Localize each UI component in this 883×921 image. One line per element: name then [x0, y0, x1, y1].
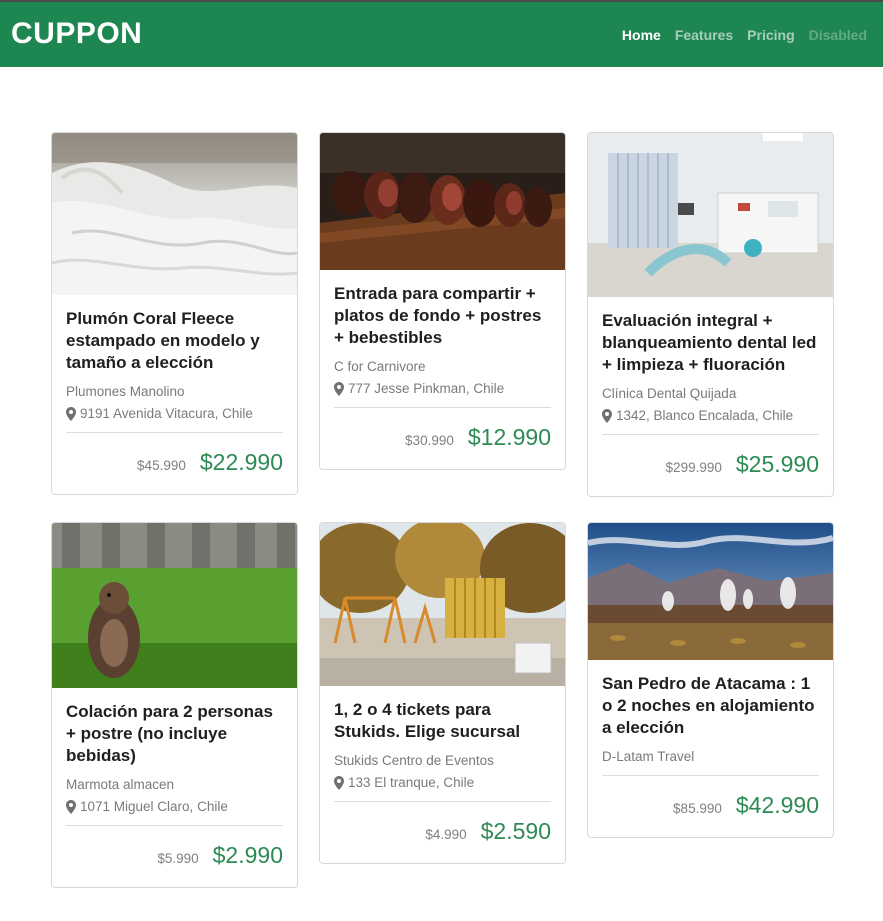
- deal-image-marmot[interactable]: [52, 523, 297, 688]
- old-price: $5.990: [157, 851, 199, 866]
- nav-link-home[interactable]: Home: [622, 26, 661, 44]
- brand-logo[interactable]: CUPPON: [11, 17, 142, 51]
- map-pin-icon: [66, 800, 76, 814]
- deal-card[interactable]: Plumón Coral Fleece estampado en modelo …: [51, 132, 298, 495]
- deal-address: 1342, Blanco Encalada, Chile: [602, 407, 819, 425]
- deal-card[interactable]: Entrada para compartir + platos de fondo…: [319, 132, 566, 470]
- deal-card-body: Colación para 2 personas + postre (no in…: [52, 701, 297, 887]
- deal-address-text: 777 Jesse Pinkman, Chile: [348, 381, 505, 396]
- deal-prices: $299.990 $25.990: [602, 435, 819, 496]
- nav-links: Home Features Pricing Disabled: [622, 26, 867, 44]
- deal-address: 133 El tranque, Chile: [334, 774, 551, 792]
- deal-card-body: Entrada para compartir + platos de fondo…: [320, 283, 565, 469]
- old-price: $85.990: [673, 801, 722, 816]
- deal-address-text: 133 El tranque, Chile: [348, 775, 475, 790]
- deal-address: 777 Jesse Pinkman, Chile: [334, 380, 551, 398]
- deal-image-dental[interactable]: [588, 133, 833, 297]
- deal-company: C for Carnivore: [334, 359, 426, 374]
- deal-address: 9191 Avenida Vitacura, Chile: [66, 405, 283, 423]
- deal-image-playground[interactable]: [320, 523, 565, 686]
- deal-card[interactable]: Evaluación integral + blanqueamiento den…: [587, 132, 834, 497]
- deal-card[interactable]: Colación para 2 personas + postre (no in…: [51, 522, 298, 888]
- deal-prices: $30.990 $12.990: [334, 408, 551, 469]
- map-pin-icon: [66, 407, 76, 421]
- new-price: $22.990: [199, 449, 283, 475]
- deal-card-body: San Pedro de Atacama : 1 o 2 noches en a…: [588, 673, 833, 837]
- deal-card[interactable]: San Pedro de Atacama : 1 o 2 noches en a…: [587, 522, 834, 838]
- deal-title[interactable]: Plumón Coral Fleece estampado en modelo …: [66, 308, 283, 374]
- new-price: $25.990: [735, 451, 819, 477]
- nav-link-disabled: Disabled: [808, 27, 867, 43]
- new-price: $2.990: [212, 842, 283, 868]
- new-price: $42.990: [735, 792, 819, 818]
- navbar: CUPPON Home Features Pricing Disabled: [0, 2, 883, 67]
- deal-company: Marmota almacen: [66, 777, 175, 792]
- deal-prices: $5.990 $2.990: [66, 826, 283, 887]
- deal-image-bedding[interactable]: [52, 133, 297, 295]
- old-price: $299.990: [665, 460, 722, 475]
- deal-title[interactable]: Evaluación integral + blanqueamiento den…: [602, 310, 819, 376]
- deal-title[interactable]: 1, 2 o 4 tickets para Stukids. Elige suc…: [334, 699, 551, 743]
- deal-prices: $85.990 $42.990: [602, 776, 819, 837]
- old-price: $45.990: [137, 458, 186, 473]
- deal-company: Clínica Dental Quijada: [602, 386, 737, 401]
- new-price: $2.590: [480, 818, 551, 844]
- map-pin-icon: [334, 776, 344, 790]
- map-pin-icon: [602, 409, 612, 423]
- deal-card-body: Evaluación integral + blanqueamiento den…: [588, 310, 833, 496]
- old-price: $4.990: [425, 827, 467, 842]
- deal-title[interactable]: San Pedro de Atacama : 1 o 2 noches en a…: [602, 673, 819, 739]
- deal-card[interactable]: 1, 2 o 4 tickets para Stukids. Elige suc…: [319, 522, 566, 864]
- deal-company: D-Latam Travel: [602, 749, 695, 764]
- deal-company: Stukids Centro de Eventos: [334, 753, 494, 768]
- deal-card-body: 1, 2 o 4 tickets para Stukids. Elige suc…: [320, 699, 565, 863]
- deal-image-atacama[interactable]: [588, 523, 833, 660]
- deal-address-text: 9191 Avenida Vitacura, Chile: [80, 406, 253, 421]
- deal-company: Plumones Manolino: [66, 384, 185, 399]
- deal-prices: $45.990 $22.990: [66, 433, 283, 494]
- new-price: $12.990: [467, 424, 551, 450]
- deal-image-steak[interactable]: [320, 133, 565, 270]
- deal-address-text: 1071 Miguel Claro, Chile: [80, 799, 228, 814]
- deal-address-text: 1342, Blanco Encalada, Chile: [616, 408, 794, 423]
- deal-title[interactable]: Colación para 2 personas + postre (no in…: [66, 701, 283, 767]
- deal-prices: $4.990 $2.590: [334, 802, 551, 863]
- map-pin-icon: [334, 382, 344, 396]
- nav-link-features[interactable]: Features: [675, 26, 733, 44]
- old-price: $30.990: [405, 433, 454, 448]
- deal-card-body: Plumón Coral Fleece estampado en modelo …: [52, 308, 297, 494]
- deal-address: 1071 Miguel Claro, Chile: [66, 798, 283, 816]
- deal-title[interactable]: Entrada para compartir + platos de fondo…: [334, 283, 551, 349]
- nav-link-pricing[interactable]: Pricing: [747, 26, 794, 44]
